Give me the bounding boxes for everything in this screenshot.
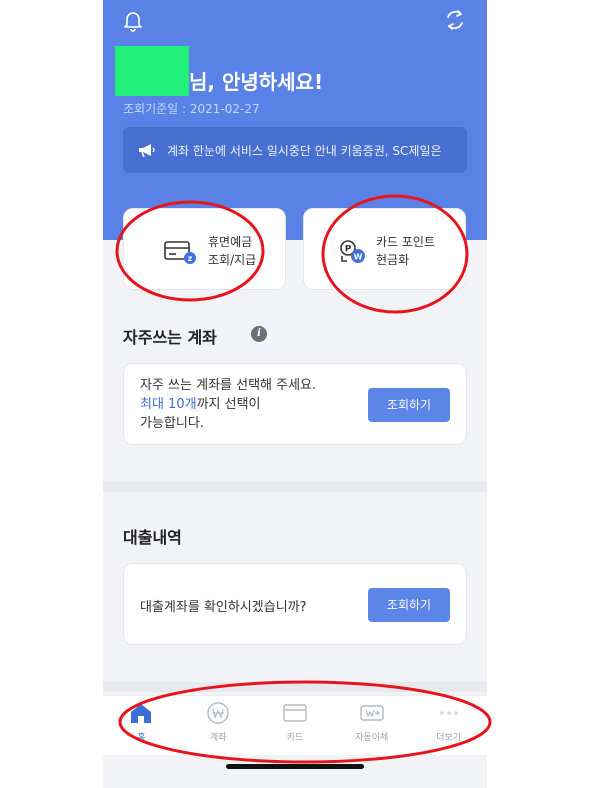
favorite-accounts-text: 자주 쓰는 계좌를 선택해 주세요. 최대 10개까지 선택이 가능합니다. <box>140 376 340 433</box>
favorite-accounts-card: 자주 쓰는 계좌를 선택해 주세요. 최대 10개까지 선택이 가능합니다. 조… <box>123 363 467 445</box>
tab-card-label: 카드 <box>286 733 304 743</box>
query-date: 조회기준일 : 2021-02-27 <box>123 102 260 116</box>
dormant-deposit-card[interactable]: z 휴면예금 조회/지급 <box>123 208 286 290</box>
favorite-accounts-title: 자주쓰는 계좌 <box>123 328 217 347</box>
favorite-lookup-button[interactable]: 조회하기 <box>368 388 450 422</box>
megaphone-icon <box>139 144 155 158</box>
favorite-line3: 가능합니다. <box>140 416 204 431</box>
loans-card: 대출계좌를 확인하시겠습니까? 조회하기 <box>123 563 467 645</box>
card-icon <box>283 704 307 722</box>
refresh-icon[interactable] <box>443 8 467 32</box>
redacted-user-name <box>115 46 189 96</box>
tab-card[interactable]: 카드 <box>257 696 334 755</box>
tab-home-label: 홈 <box>137 733 146 743</box>
notice-text: 계좌 한눈에 서비스 일시중단 안내 키움증권, SC제일은 <box>167 143 442 158</box>
section-divider <box>103 482 487 492</box>
svg-text:W: W <box>354 253 363 262</box>
tab-more[interactable]: 더보기 <box>410 696 487 755</box>
tab-auto-transfer[interactable]: 자동이체 <box>333 696 410 755</box>
svg-text:P: P <box>345 245 352 255</box>
card-point-cash-card[interactable]: P W 카드 포인트 현금화 <box>303 208 466 290</box>
tab-auto-transfer-label: 자동이체 <box>355 733 389 743</box>
loans-text: 대출계좌를 확인하시겠습니까? <box>140 600 307 615</box>
section-divider-bottom <box>103 682 487 692</box>
tab-account-label: 계좌 <box>209 733 227 743</box>
card-point-line2: 현금화 <box>376 253 410 267</box>
header: 님, 안녕하세요! 조회기준일 : 2021-02-27 계좌 한눈에 서비스 … <box>103 0 487 240</box>
favorite-line2: 최대 10개까지 선택이 <box>140 395 340 414</box>
favorite-line1: 자주 쓰는 계좌를 선택해 주세요. <box>140 378 317 393</box>
more-icon <box>439 711 458 715</box>
loans-title: 대출내역 <box>123 528 182 547</box>
info-icon[interactable]: i <box>251 326 267 342</box>
card-point-cash-icon: P W <box>340 240 365 263</box>
app-screen: 님, 안녕하세요! 조회기준일 : 2021-02-27 계좌 한눈에 서비스 … <box>103 0 487 788</box>
dormant-deposit-label: 휴면예금 조회/지급 <box>208 233 284 269</box>
dormant-deposit-icon: z <box>164 241 196 264</box>
favorite-max-count: 최대 10개 <box>140 397 197 412</box>
tab-home[interactable]: 홈 <box>103 696 180 755</box>
card-point-cash-label: 카드 포인트 현금화 <box>376 233 452 269</box>
home-indicator <box>226 764 364 769</box>
greeting-text: 님, 안녕하세요! <box>189 70 324 94</box>
dormant-deposit-line2: 조회/지급 <box>208 253 257 267</box>
favorite-line2-rest: 까지 선택이 <box>196 397 261 412</box>
auto-transfer-icon <box>360 705 384 721</box>
bell-icon[interactable] <box>123 10 143 32</box>
home-icon <box>131 704 152 723</box>
dormant-deposit-line1: 휴면예금 <box>208 235 253 249</box>
card-point-line1: 카드 포인트 <box>376 235 436 249</box>
tab-more-label: 더보기 <box>436 733 461 743</box>
loans-lookup-button[interactable]: 조회하기 <box>368 588 450 622</box>
bottom-tab-bar: 홈 계좌 카드 자동이체 더보기 <box>103 695 487 755</box>
account-won-icon <box>207 702 229 724</box>
notice-banner[interactable]: 계좌 한눈에 서비스 일시중단 안내 키움증권, SC제일은 <box>123 127 467 173</box>
tab-account[interactable]: 계좌 <box>180 696 257 755</box>
svg-text:z: z <box>188 254 193 263</box>
